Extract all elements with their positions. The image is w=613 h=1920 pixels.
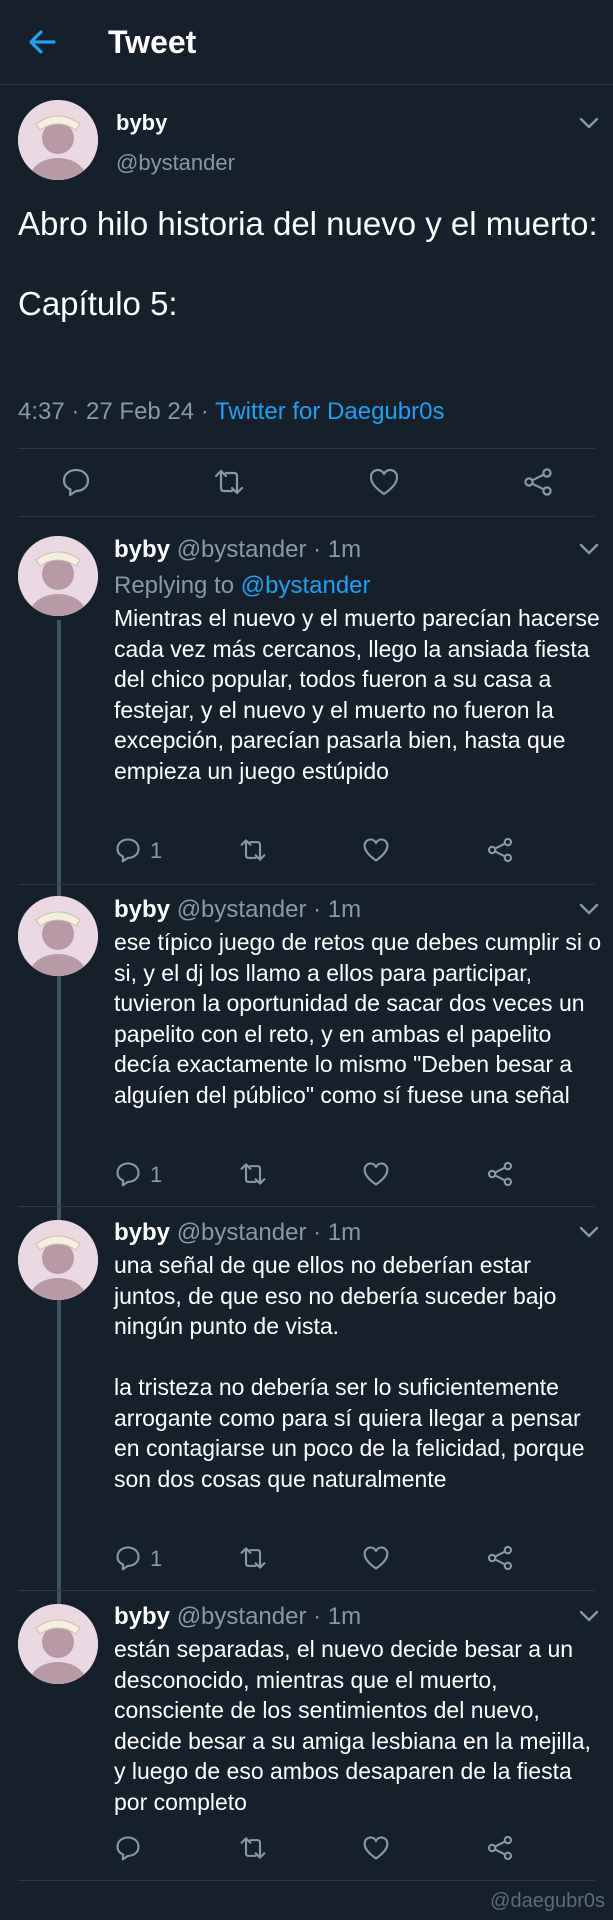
avatar-image (18, 100, 98, 180)
author-handle-time: @bystander · 1m (176, 896, 362, 923)
reply-header: byby @bystander · 1m (114, 536, 361, 564)
divider (18, 516, 595, 517)
author-name[interactable]: byby (114, 536, 170, 563)
author-name[interactable]: byby (114, 1603, 170, 1630)
avatar-image (18, 896, 98, 976)
chevron-down-icon[interactable] (578, 1225, 600, 1239)
reply-header: byby @bystander · 1m (114, 1603, 361, 1631)
tweet-source-link[interactable]: Twitter for Daegubr0s (215, 398, 444, 425)
avatar-image (18, 536, 98, 616)
reply-text: están separadas, el nuevo decide besar a… (114, 1636, 598, 1815)
avatar[interactable] (18, 536, 98, 616)
share-icon[interactable] (486, 836, 514, 864)
share-icon[interactable] (522, 466, 554, 498)
like-icon[interactable] (368, 466, 400, 498)
avatar-image (18, 1604, 98, 1684)
reply-header: byby @bystander · 1m (114, 896, 361, 924)
reply-count: 1 (150, 1546, 163, 1571)
like-icon[interactable] (362, 836, 390, 864)
chevron-down-icon[interactable] (578, 1609, 600, 1623)
author-handle-time: @bystander · 1m (176, 536, 362, 563)
divider (18, 884, 595, 885)
divider (18, 1590, 595, 1591)
back-arrow-icon[interactable] (24, 24, 60, 60)
replying-to: Replying to @bystander (114, 572, 371, 600)
avatar[interactable] (18, 1604, 98, 1684)
watermark: @daegubr0s (490, 1890, 605, 1912)
reply-icon[interactable] (114, 1544, 142, 1572)
share-icon[interactable] (486, 1834, 514, 1862)
replying-to-handle[interactable]: @bystander (241, 572, 371, 599)
reply-count: 1 (150, 1162, 163, 1187)
avatar-image (18, 1220, 98, 1300)
reply-text: ese típico juego de retos que debes cump… (114, 929, 608, 1108)
reply-icon[interactable] (114, 1160, 142, 1188)
share-icon[interactable] (486, 1544, 514, 1572)
avatar[interactable] (18, 896, 98, 976)
avatar[interactable] (18, 100, 98, 180)
retweet-icon[interactable] (238, 836, 268, 864)
divider (18, 448, 595, 449)
divider (18, 1880, 595, 1881)
retweet-icon[interactable] (238, 1834, 268, 1862)
share-icon[interactable] (486, 1160, 514, 1188)
author-handle-time: @bystander · 1m (176, 1219, 362, 1246)
replying-to-label: Replying to (114, 572, 241, 599)
tweet-text: Abro hilo historia del nuevo y el muerto… (18, 205, 598, 322)
reply-count: 1 (150, 838, 163, 863)
reply-icon[interactable] (60, 466, 92, 498)
reply-icon[interactable] (114, 836, 142, 864)
reply-header: byby @bystander · 1m (114, 1219, 361, 1247)
avatar[interactable] (18, 1220, 98, 1300)
author-name[interactable]: byby (114, 1219, 170, 1246)
author-name[interactable]: byby (116, 110, 167, 136)
retweet-icon[interactable] (212, 466, 246, 498)
reply-icon[interactable] (114, 1834, 142, 1862)
reply-text: una señal de que ellos no deberían estar… (114, 1252, 585, 1492)
tweet-timestamp: 4:37 · 27 Feb 24 · (18, 398, 216, 425)
divider (18, 1206, 595, 1207)
retweet-icon[interactable] (238, 1160, 268, 1188)
retweet-icon[interactable] (238, 1544, 268, 1572)
like-icon[interactable] (362, 1160, 390, 1188)
chevron-down-icon[interactable] (578, 902, 600, 916)
author-name[interactable]: byby (114, 896, 170, 923)
tweet-meta: 4:37 · 27 Feb 24 · Twitter for Daegubr0s (18, 398, 444, 426)
author-handle[interactable]: @bystander (116, 150, 235, 176)
top-bar: Tweet (0, 0, 613, 85)
reply-text: Mientras el nuevo y el muerto parecían h… (114, 605, 607, 784)
like-icon[interactable] (362, 1834, 390, 1862)
author-handle-time: @bystander · 1m (176, 1603, 362, 1630)
chevron-down-icon[interactable] (578, 542, 600, 556)
thread-connector (57, 620, 61, 1620)
page-title: Tweet (108, 24, 197, 60)
like-icon[interactable] (362, 1544, 390, 1572)
chevron-down-icon[interactable] (578, 116, 600, 130)
